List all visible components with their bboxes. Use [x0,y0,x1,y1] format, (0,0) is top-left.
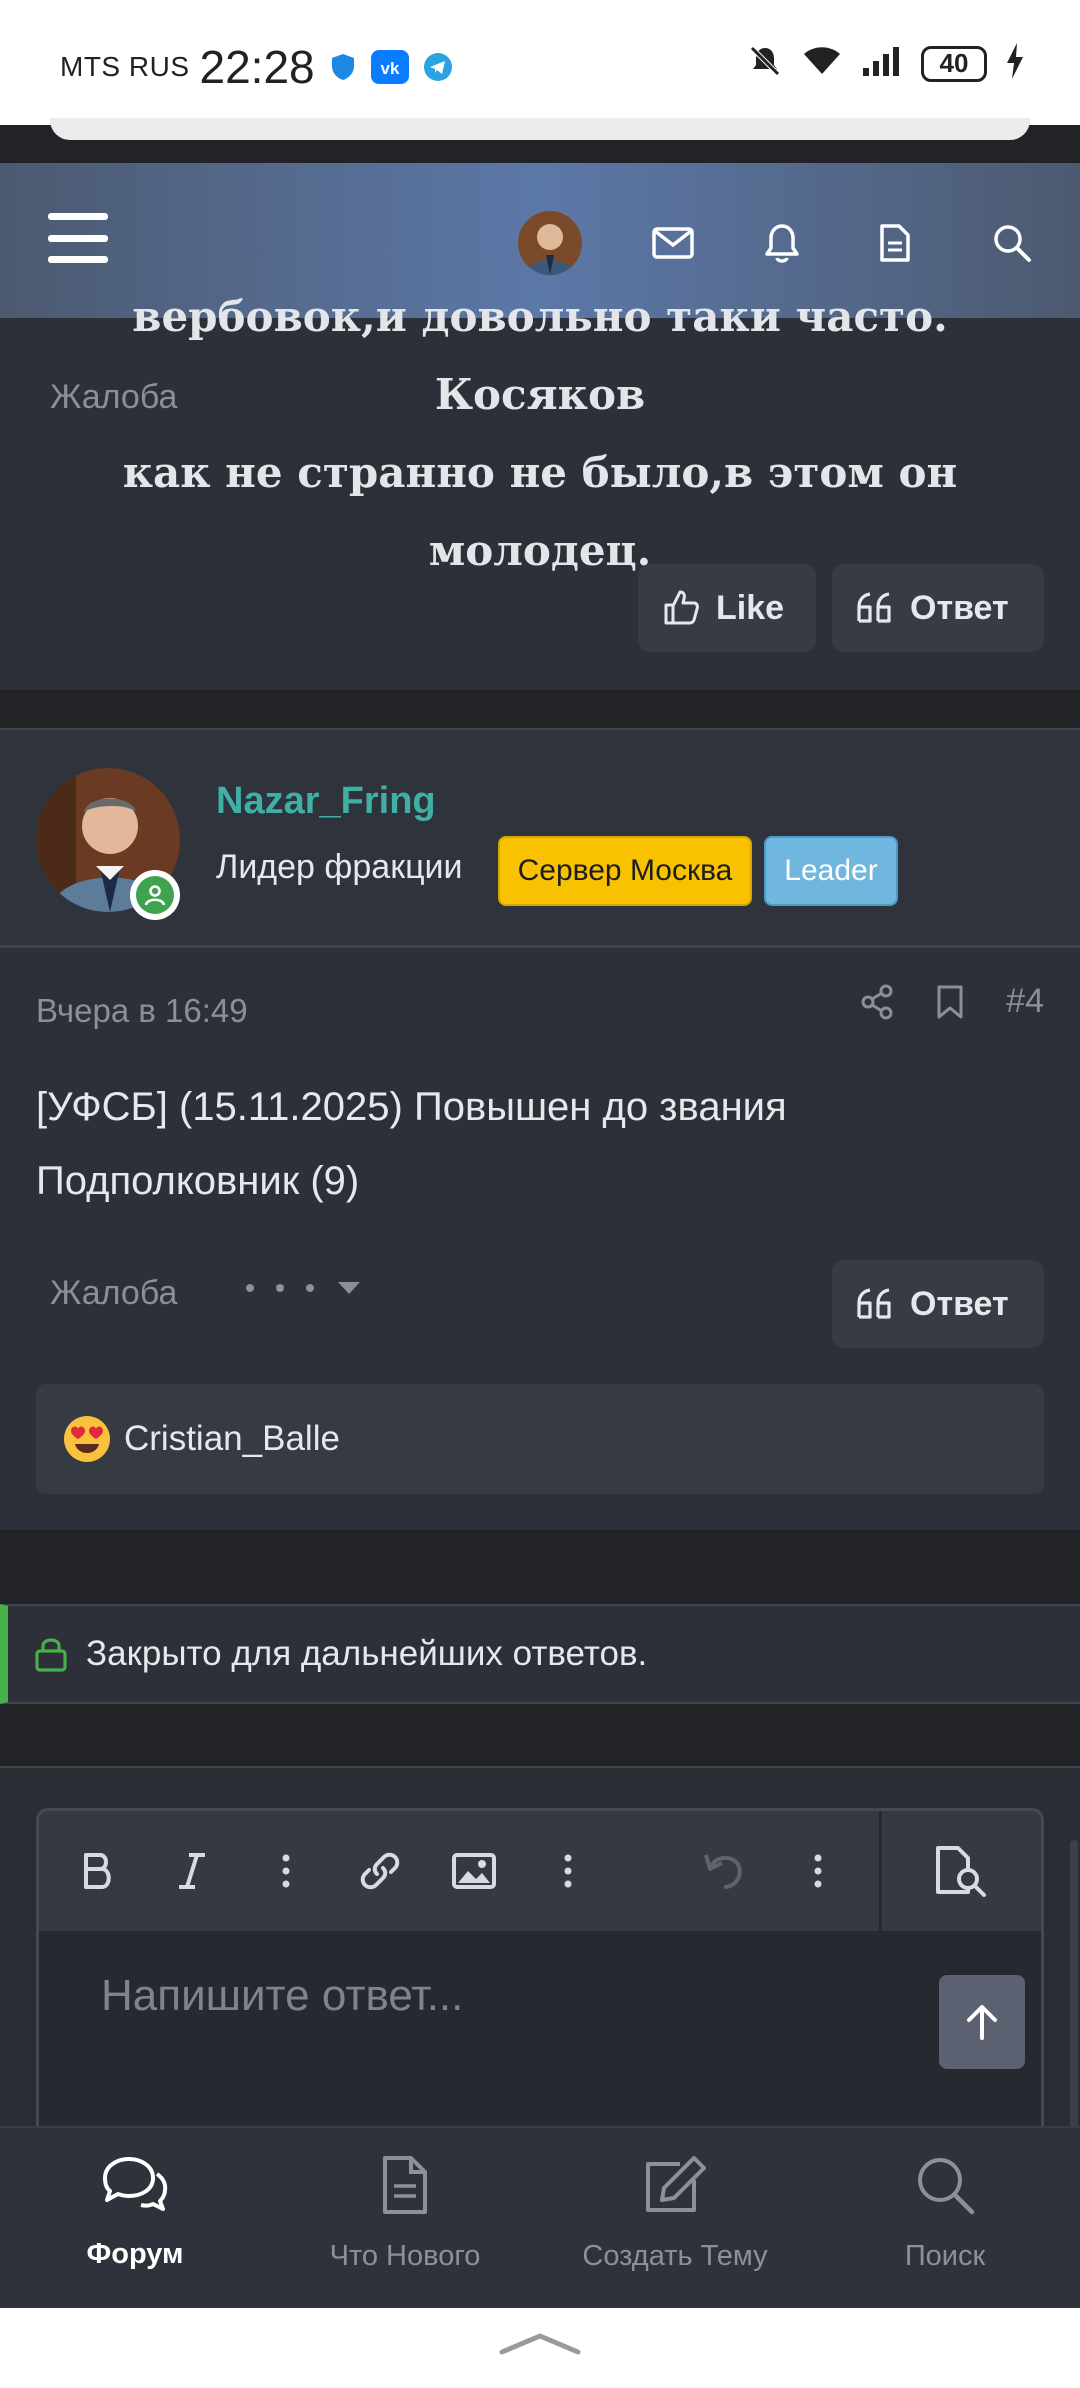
post-text-line: как не странно не было,в этом он [122,448,958,497]
charging-icon [1005,42,1025,85]
report-link[interactable]: Жалоба [50,1274,177,1313]
report-link[interactable]: Жалоба [50,378,177,417]
more-vertical-icon[interactable] [521,1811,615,1931]
chevron-up-icon [499,2333,581,2355]
leader-badge: Leader [764,836,898,906]
like-label: Like [716,588,785,627]
edit-icon [646,2156,706,2212]
carrier-name: MTS RUS [60,51,190,82]
post-date[interactable]: Вчера в 16:49 [36,992,248,1030]
editor-toolbar [39,1811,1041,1931]
search-icon [918,2158,975,2215]
reactions-bar[interactable]: Cristian_Balle [36,1384,1044,1494]
reply-editor-section: Напишите ответ... [0,1766,1080,2138]
search-icon[interactable] [984,215,1040,271]
caret-down-icon [338,1282,360,1294]
reply-button[interactable]: Ответ [832,564,1044,652]
battery-indicator: 40 [921,45,987,82]
svg-text:vk: vk [380,59,399,78]
post-body: [УФСБ] (15.11.2025) Повышен до звания По… [36,1070,1036,1218]
post-author-header: Nazar_Fring Лидер фракции Сервер Москва … [0,730,1080,948]
more-vertical-icon[interactable] [239,1811,333,1931]
bottom-nav-label: Форум [86,2238,184,2270]
thread-closed-text: Закрыто для дальнейших ответов. [86,1634,648,1673]
clock: 22:28 [199,41,315,93]
gesture-bar[interactable] [0,2308,1080,2388]
more-options-button[interactable] [246,1280,362,1296]
reply-button[interactable]: Ответ [832,1260,1044,1348]
author-username[interactable]: Nazar_Fring [216,780,436,823]
post-previous: вербовок,и довольно таки часто. Косяков … [0,292,1080,690]
bottom-nav-forum[interactable]: Форум [0,2128,270,2310]
reply-input[interactable]: Напишите ответ... [101,1971,463,2021]
post-text-line: вербовок,и довольно таки часто. Косяков [132,292,948,419]
envelope-icon[interactable] [645,215,701,271]
reply-editor: Напишите ответ... [36,1808,1044,2138]
italic-icon[interactable] [145,1811,239,1931]
menu-icon[interactable] [48,213,108,263]
document-icon [383,2156,427,2214]
status-bar: MTS RUS 22:28 vk 40 [0,0,1080,125]
mute-icon [747,43,783,84]
online-status-indicator [130,870,180,920]
post-actions: #4 [860,982,1044,1021]
arrow-up-icon [967,2005,997,2040]
quote-icon [857,592,891,623]
author-title: Лидер фракции [216,848,463,886]
forum-icon [103,2157,168,2211]
link-icon[interactable] [333,1811,427,1931]
bottom-nav-label: Что Нового [329,2240,481,2272]
post-4: Nazar_Fring Лидер фракции Сервер Москва … [0,728,1080,1530]
bottom-nav-label: Поиск [904,2240,986,2272]
bottom-nav-search[interactable]: Поиск [810,2128,1080,2310]
signal-icon [861,44,903,83]
like-button[interactable]: Like [638,564,816,652]
thread-closed-notice: Закрыто для дальнейших ответов. [0,1604,1080,1704]
image-icon[interactable] [427,1811,521,1931]
server-badge: Сервер Москва [498,836,752,906]
post-number-link[interactable]: #4 [1006,982,1044,1021]
shield-icon [329,52,357,82]
thumbs-up-icon [664,590,699,625]
preview-icon[interactable] [881,1811,1041,1931]
post-text: вербовок,и довольно таки часто. Косяков … [30,292,1050,590]
heart-eyes-emoji-icon [64,1416,110,1462]
post-body-line: [УФСБ] (15.11.2025) Повышен до звания [36,1085,787,1129]
submit-reply-button[interactable] [939,1975,1025,2069]
share-icon[interactable] [860,984,894,1020]
bookmark-icon[interactable] [936,984,964,1020]
bold-icon[interactable] [51,1811,145,1931]
reaction-user[interactable]: Cristian_Balle [124,1419,340,1459]
browser-url-strip [50,118,1030,140]
bottom-nav-whats-new[interactable]: Что Нового [270,2128,540,2310]
bottom-nav-label: Создать Тему [582,2240,768,2272]
bottom-nav-create-thread[interactable]: Создать Тему [540,2128,810,2310]
bell-icon[interactable] [754,215,810,271]
lock-icon [35,1638,67,1672]
vk-icon: vk [370,50,409,84]
undo-icon[interactable] [677,1811,771,1931]
avatar[interactable] [518,211,582,275]
post-separator [0,690,1080,728]
scrollbar[interactable] [1070,1840,1078,2140]
wifi-icon [801,44,843,83]
reply-label: Ответ [910,588,1009,627]
quote-icon [857,1288,891,1319]
post-body-line: Подполковник (9) [36,1159,360,1203]
telegram-icon [423,52,453,82]
user-icon [144,885,166,906]
reply-label: Ответ [910,1284,1009,1323]
bottom-navigation: Форум Что Нового Создать Тему Поиск [0,2126,1080,2308]
document-icon[interactable] [867,215,923,271]
more-vertical-icon[interactable] [771,1811,865,1931]
